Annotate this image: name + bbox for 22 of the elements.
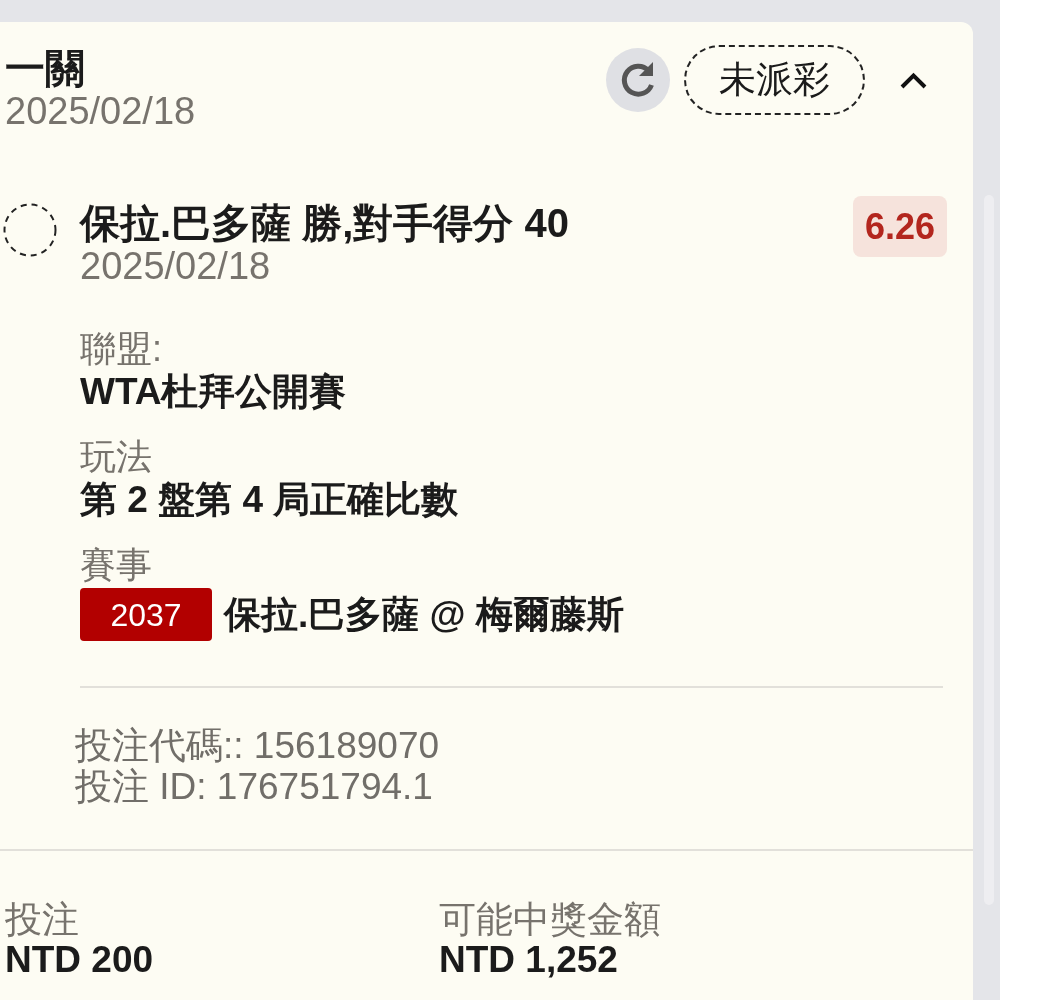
detail-label: 聯盟: xyxy=(80,328,163,370)
detail-label: 玩法 xyxy=(80,436,153,478)
bet-code-text: 投注 ID: 176751794.1 xyxy=(75,766,434,807)
refresh-icon[interactable] xyxy=(606,48,670,112)
bet-code-text: 投注代碼:: 156189070 xyxy=(75,725,441,766)
status-tag: 未派彩 xyxy=(684,45,865,115)
odds-tag: 6.26 xyxy=(852,196,947,257)
detail-label: 賽事 xyxy=(80,544,153,586)
event-matchup: 保拉.巴多薩 @ 梅爾藤斯 xyxy=(224,592,624,637)
caret-icon[interactable] xyxy=(900,71,927,89)
detail-value: 第 2 盤第 4 局正確比數 xyxy=(80,478,460,522)
event-number-tag: 2037 xyxy=(80,588,212,641)
selection-title: 保拉.巴多薩 勝,對手得分 40 xyxy=(80,200,570,246)
detail-value: WTA杜拜公開賽 xyxy=(80,370,348,414)
selection-date: 2025/02/18 xyxy=(80,246,272,286)
bet-date: 2025/02/18 xyxy=(5,90,196,132)
summary-label: 投注 xyxy=(5,900,80,940)
pending-status-icon xyxy=(3,203,57,257)
summary-amount: NTD 1,252 xyxy=(439,940,619,980)
summary-label: 可能中獎金額 xyxy=(439,900,662,940)
summary-amount: NTD 200 xyxy=(5,940,155,980)
bet-type-title: 一關 xyxy=(5,46,86,90)
